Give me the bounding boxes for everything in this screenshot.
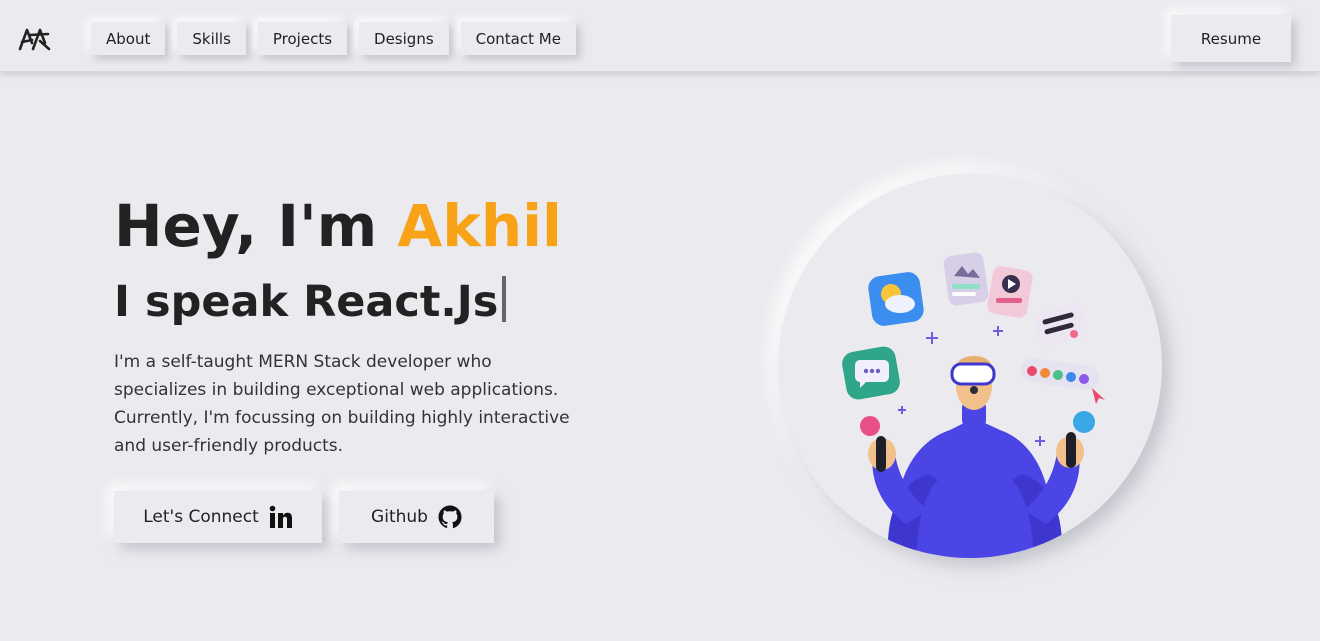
lets-connect-button[interactable]: Let's Connect xyxy=(114,491,322,543)
video-card-icon xyxy=(987,266,1033,318)
linkedin-icon xyxy=(269,505,292,528)
nav-link-contact[interactable]: Contact Me xyxy=(460,22,576,55)
hero-illustration xyxy=(778,174,1162,558)
chat-app-icon xyxy=(842,346,900,400)
github-icon xyxy=(438,505,462,529)
typing-cursor xyxy=(502,276,507,322)
nav-link-about[interactable]: About xyxy=(91,22,166,55)
hero-tagline: I speak React.Js xyxy=(114,274,507,330)
character-head xyxy=(950,356,996,410)
character-body xyxy=(887,400,1063,558)
github-button[interactable]: Github xyxy=(339,491,494,543)
vr-headset-icon xyxy=(950,362,996,386)
navbar: About Skills Projects Designs Contact Me… xyxy=(0,0,1320,72)
lets-connect-label: Let's Connect xyxy=(143,507,259,527)
hero-greeting: Hey, I'm xyxy=(114,192,398,260)
nav-link-designs[interactable]: Designs xyxy=(359,22,449,55)
nav-link-projects[interactable]: Projects xyxy=(257,22,348,55)
vr-character-illustration xyxy=(842,252,1105,558)
hero-tagline-text: I speak React.Js xyxy=(114,277,499,327)
logo-icon[interactable] xyxy=(18,25,52,53)
hero-name: Akhil xyxy=(397,192,562,260)
hero-title: Hey, I'm Akhil xyxy=(114,192,562,260)
resume-button[interactable]: Resume xyxy=(1171,15,1291,62)
color-picker-bar-icon xyxy=(1020,358,1105,404)
hero-description: I'm a self-taught MERN Stack developer w… xyxy=(114,352,570,456)
nav-links: About Skills Projects Designs Contact Me xyxy=(91,22,576,55)
github-label: Github xyxy=(371,507,428,527)
nav-link-skills[interactable]: Skills xyxy=(177,22,246,55)
weather-app-icon xyxy=(868,272,924,326)
settings-card-icon xyxy=(1034,303,1088,347)
image-card-icon xyxy=(943,252,989,306)
